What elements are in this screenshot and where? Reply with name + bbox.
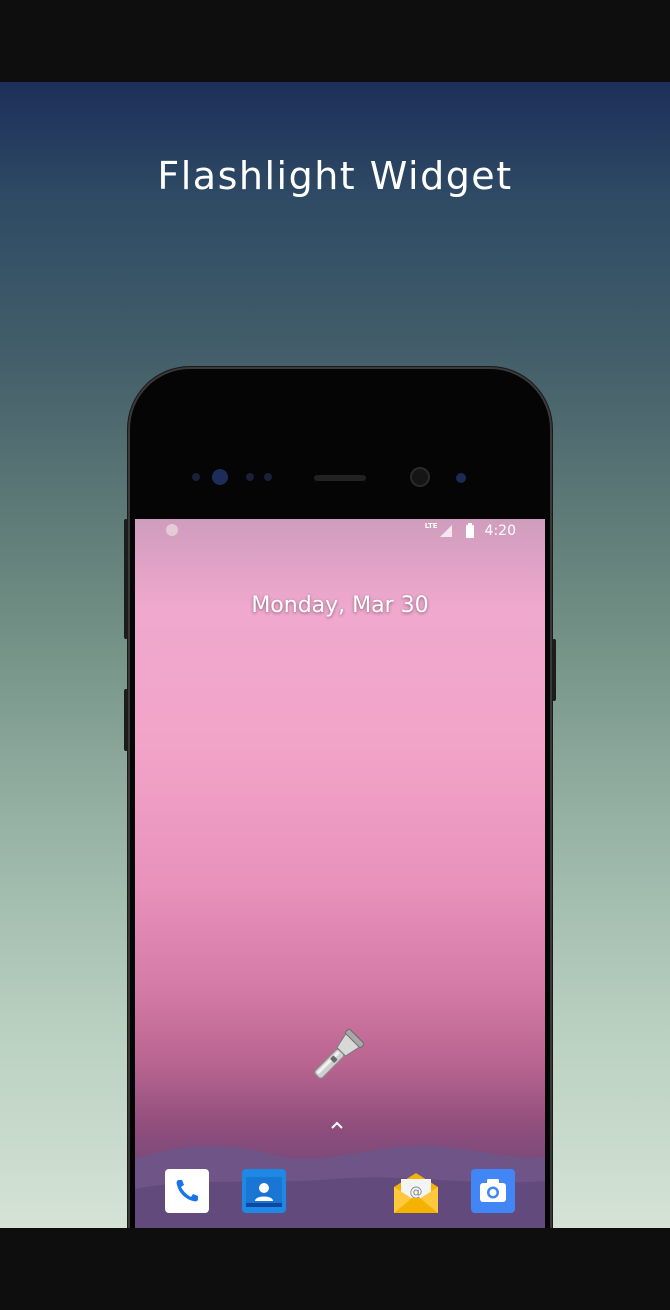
proximity-sensor (192, 473, 200, 481)
light-sensor-2 (264, 473, 272, 481)
contact-card-icon (246, 1177, 282, 1207)
iris-sensor (212, 469, 228, 485)
top-letterbox (0, 0, 670, 82)
promo-banner: Flashlight Widget LTE 4:20 Monday, Mar 3… (0, 82, 670, 1228)
earpiece-speaker (314, 475, 366, 481)
chevron-up-icon[interactable] (331, 1119, 343, 1131)
phone-app-icon[interactable] (165, 1169, 209, 1213)
volume-button (124, 519, 128, 639)
iris-camera (456, 473, 466, 483)
camera-app-icon[interactable] (471, 1169, 515, 1213)
network-type-label: LTE (424, 522, 438, 530)
phone-screen: LTE 4:20 Monday, Mar 30 @ (135, 519, 545, 1228)
contacts-app-icon[interactable] (242, 1169, 286, 1213)
battery-icon (465, 522, 474, 538)
status-bar: LTE 4:20 (425, 522, 516, 540)
envelope-icon: @ (394, 1173, 438, 1213)
email-app-icon[interactable]: @ (392, 1169, 438, 1213)
phone-handset-icon (176, 1180, 198, 1202)
flashlight-icon[interactable] (305, 1024, 369, 1088)
front-camera (410, 467, 430, 487)
status-time: 4:20 (484, 523, 516, 539)
promo-title: Flashlight Widget (157, 154, 513, 198)
notification-dot-icon (166, 524, 178, 536)
phone-mockup: LTE 4:20 Monday, Mar 30 @ (124, 367, 556, 1228)
light-sensor (246, 473, 254, 481)
bixby-button (124, 689, 128, 751)
svg-text:@: @ (410, 1185, 423, 1200)
signal-icon (439, 525, 452, 537)
date-widget[interactable]: Monday, Mar 30 (135, 593, 545, 618)
camera-icon (480, 1179, 506, 1202)
app-dock: @ (135, 1169, 545, 1213)
power-button (552, 639, 556, 701)
bottom-letterbox (0, 1228, 670, 1310)
